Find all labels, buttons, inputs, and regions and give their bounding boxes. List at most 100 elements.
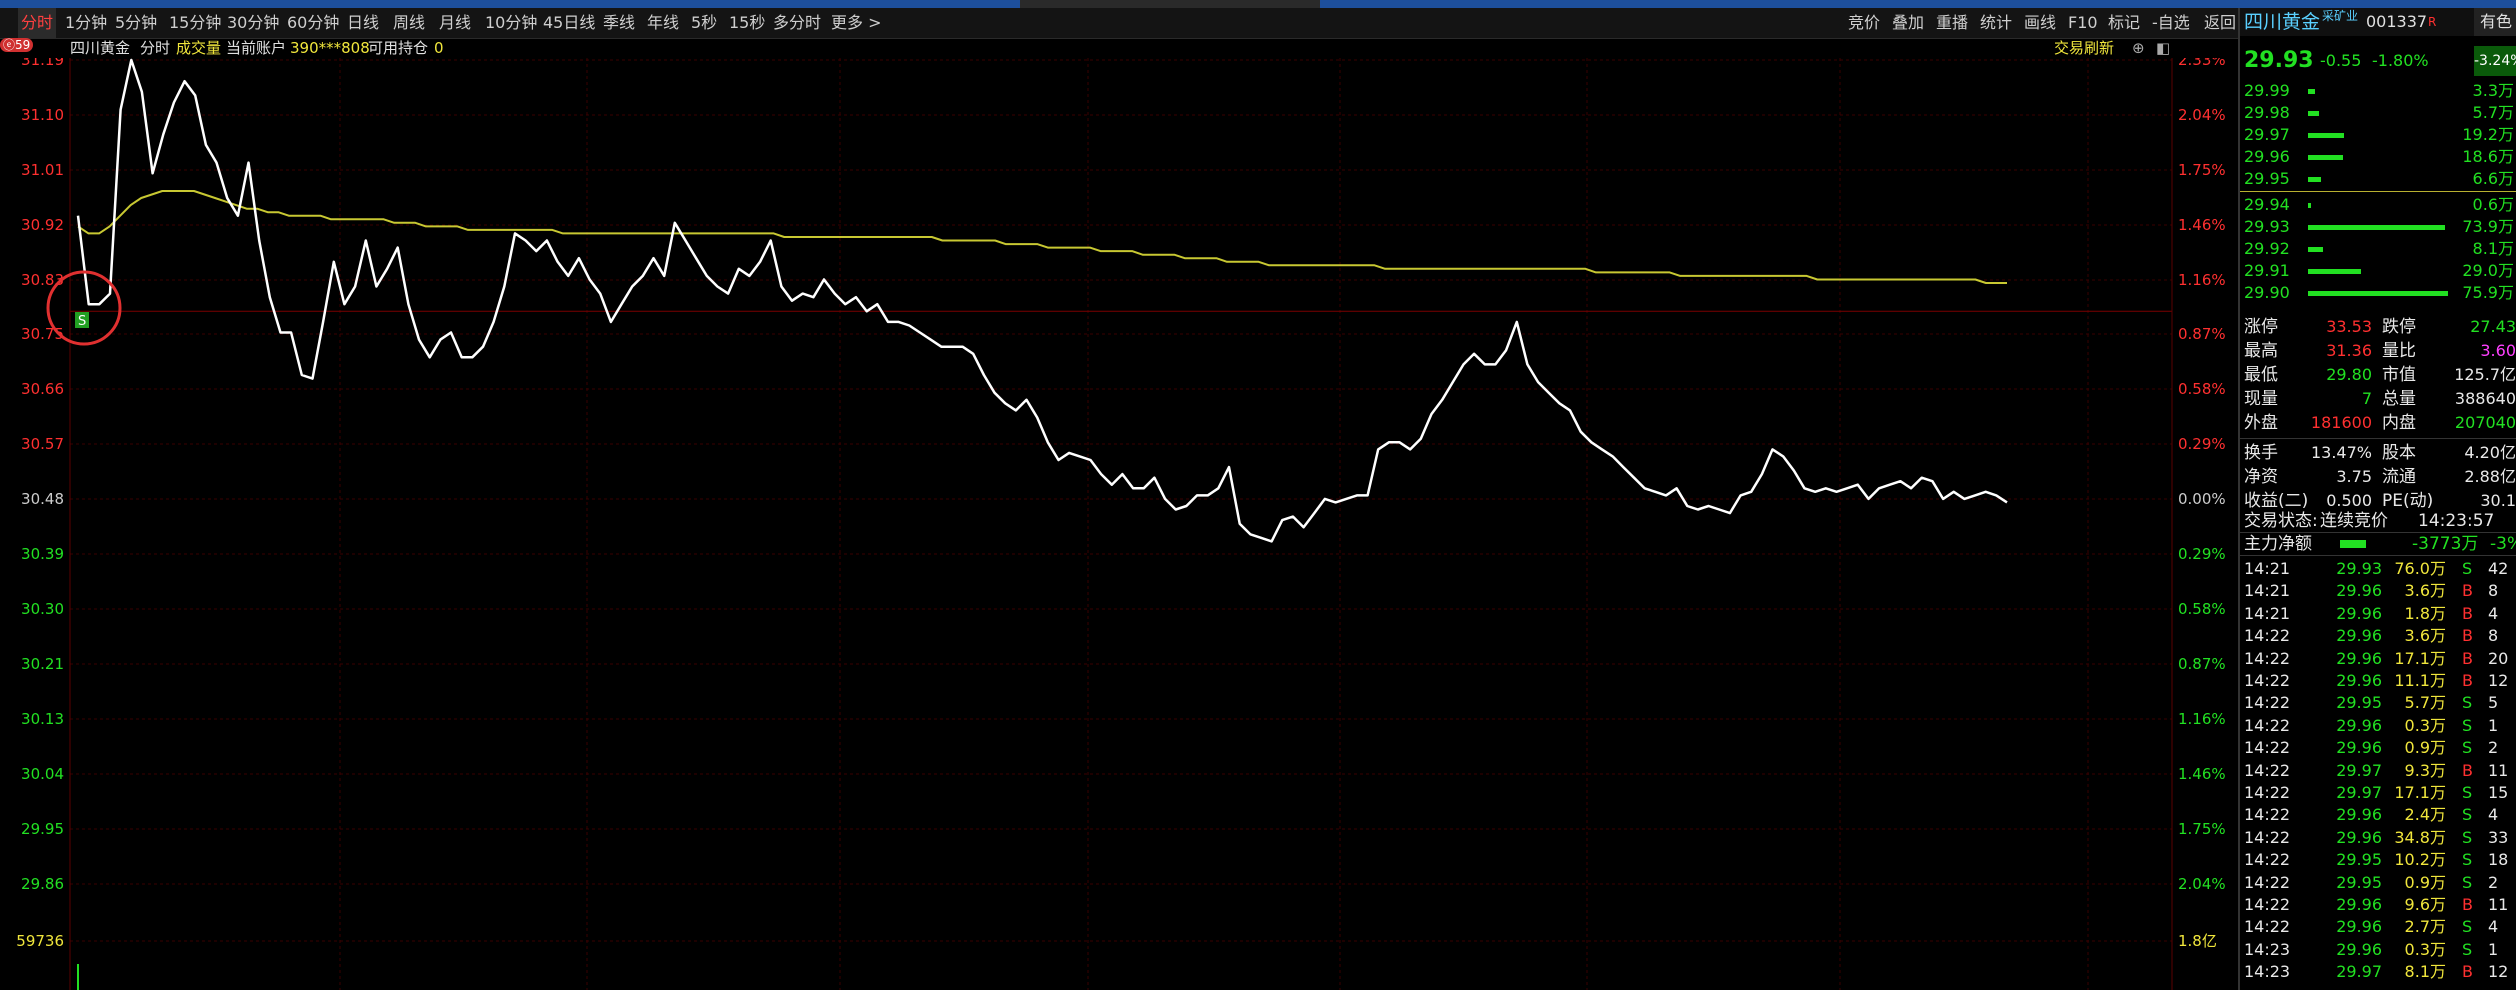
toolbar-item-6[interactable]: 日线 bbox=[344, 8, 382, 38]
volume-left-label: 59736 bbox=[16, 932, 64, 950]
tick-volume: 34.8万 bbox=[2394, 827, 2446, 847]
book-volume: 0.6万 bbox=[2472, 195, 2514, 214]
toolbar-item-5[interactable]: 60分钟 bbox=[284, 8, 342, 38]
toolbar-right-item-0[interactable]: 竞价 bbox=[1848, 8, 1880, 38]
toolbar-item-2[interactable]: 5分钟 bbox=[112, 8, 160, 38]
main-flow-pct: -3% bbox=[2490, 534, 2516, 554]
toolbar-item-15[interactable]: 多分时 bbox=[770, 8, 824, 38]
tick-count: 11 bbox=[2488, 760, 2509, 780]
tick-side: S bbox=[2462, 850, 2473, 870]
book-row-asks[interactable]: 29.98 5.7万 bbox=[2240, 102, 2516, 124]
stat-label: 市值 bbox=[2382, 365, 2416, 385]
toolbar-item-14[interactable]: 15秒 bbox=[726, 8, 768, 38]
y-pct-tick: 1.46% bbox=[2178, 216, 2226, 234]
book-row-asks[interactable]: 29.96 18.6万 bbox=[2240, 146, 2516, 168]
tick-row[interactable]: 14:22 29.95 10.2万 S 18 bbox=[2240, 849, 2516, 871]
tick-count: 12 bbox=[2488, 962, 2509, 982]
stat-value: 125.7亿 bbox=[2454, 365, 2516, 384]
window-tab[interactable] bbox=[1020, 0, 1320, 8]
tick-row[interactable]: 14:22 29.95 5.7万 S 5 bbox=[2240, 692, 2516, 714]
tick-row[interactable]: 14:21 29.96 3.6万 B 8 bbox=[2240, 580, 2516, 602]
stat-value: 3.60 bbox=[2480, 341, 2516, 360]
tick-row[interactable]: 14:23 29.97 8.1万 B 12 bbox=[2240, 961, 2516, 983]
toolbar-item-0[interactable]: 分时 bbox=[18, 8, 57, 38]
y-pct-tick: 0.29% bbox=[2178, 435, 2226, 453]
toolbar-item-11[interactable]: 季线 bbox=[600, 8, 638, 38]
toolbar-item-4[interactable]: 30分钟 bbox=[224, 8, 282, 38]
tick-count: 1 bbox=[2488, 715, 2499, 735]
intraday-chart[interactable]: 31.19 31.10 31.01 30.92 30.83 30.75 30.66 30.57… bbox=[0, 58, 2236, 990]
toolbar-item-13[interactable]: 5秒 bbox=[688, 8, 720, 38]
trade-refresh-button[interactable]: 交易刷新 bbox=[2054, 38, 2114, 58]
book-row-bids[interactable]: 29.90 75.9万 bbox=[2240, 282, 2516, 304]
tick-side: B bbox=[2462, 648, 2473, 668]
panel-header: 四川黄金 采矿业 001337 R 有色 bbox=[2240, 8, 2516, 36]
y-price-tick: 30.30 bbox=[21, 600, 64, 618]
tick-row[interactable]: 14:21 29.96 1.8万 B 4 bbox=[2240, 603, 2516, 625]
toolbar-item-9[interactable]: 10分钟 bbox=[482, 8, 540, 38]
stat-label: 最高 bbox=[2244, 341, 2278, 361]
tick-price: 29.97 bbox=[2336, 760, 2382, 780]
tick-row[interactable]: 14:22 29.96 34.8万 S 33 bbox=[2240, 827, 2516, 849]
book-row-asks[interactable]: 29.99 3.3万 bbox=[2240, 80, 2516, 102]
tick-row[interactable]: 14:22 29.96 3.6万 B 8 bbox=[2240, 625, 2516, 647]
toolbar-item-8[interactable]: 月线 bbox=[436, 8, 474, 38]
y-pct-tick: 0.58% bbox=[2178, 600, 2226, 618]
stats-table: 涨停 33.53 跌停 27.43 最高 31.36 量比 3.60 最低 29.80 市值 125.… bbox=[2240, 316, 2516, 511]
sector-tab[interactable]: 有色 bbox=[2474, 8, 2516, 36]
tick-row[interactable]: 14:22 29.96 17.1万 B 20 bbox=[2240, 648, 2516, 670]
tick-row[interactable]: 14:22 29.96 2.4万 S 4 bbox=[2240, 804, 2516, 826]
tick-row[interactable]: 14:22 29.96 0.3万 S 1 bbox=[2240, 715, 2516, 737]
tick-count: 20 bbox=[2488, 648, 2509, 668]
toolbar-item-7[interactable]: 周线 bbox=[390, 8, 428, 38]
tick-row[interactable]: 14:23 29.96 0.3万 S 1 bbox=[2240, 939, 2516, 961]
industry-tag[interactable]: 采矿业 bbox=[2322, 8, 2358, 30]
mode-label[interactable]: 分时 bbox=[140, 38, 170, 58]
toolbar-right-item-1[interactable]: 叠加 bbox=[1892, 8, 1924, 38]
toolbar-right-item-8[interactable]: 返回 bbox=[2204, 8, 2236, 38]
toolbar-item-1[interactable]: 1分钟 bbox=[62, 8, 110, 38]
toolbar-right-item-2[interactable]: 重播 bbox=[1936, 8, 1968, 38]
tick-row[interactable]: 14:22 29.96 0.9万 S 2 bbox=[2240, 737, 2516, 759]
tick-row[interactable]: 14:22 29.97 17.1万 S 15 bbox=[2240, 782, 2516, 804]
tick-time: 14:22 bbox=[2244, 850, 2291, 870]
intraday-chart-svg[interactable]: 31.1931.1031.0130.9230.8330.7530.6630.57… bbox=[0, 58, 2236, 990]
tick-list[interactable]: 14:21 29.93 76.0万 S 42 14:21 29.96 3.6万 B 8 14:21 2… bbox=[2240, 558, 2516, 990]
toolbar-right-item-6[interactable]: 标记 bbox=[2108, 8, 2140, 38]
toolbar-right-item-3[interactable]: 统计 bbox=[1980, 8, 2012, 38]
tick-volume: 5.7万 bbox=[2404, 693, 2446, 713]
stat-label: 最低 bbox=[2244, 365, 2278, 385]
tick-row[interactable]: 14:21 29.93 76.0万 S 42 bbox=[2240, 558, 2516, 580]
sell-marker-circle[interactable] bbox=[46, 270, 122, 346]
indicator-label[interactable]: 成交量 bbox=[176, 38, 221, 58]
tick-row[interactable]: 14:22 29.96 2.7万 S 4 bbox=[2240, 916, 2516, 938]
book-row-bids[interactable]: 29.93 73.9万 bbox=[2240, 216, 2516, 238]
book-volume-bar bbox=[2308, 155, 2343, 160]
trade-status-time: 14:23:57 bbox=[2418, 511, 2495, 531]
book-volume-bar bbox=[2308, 203, 2311, 208]
tick-row[interactable]: 14:22 29.96 9.6万 B 11 bbox=[2240, 894, 2516, 916]
tick-row[interactable]: 14:22 29.96 11.1万 B 12 bbox=[2240, 670, 2516, 692]
book-row-asks[interactable]: 29.95 6.6万 bbox=[2240, 168, 2516, 190]
tick-price: 29.96 bbox=[2336, 648, 2382, 668]
toolbar-item-3[interactable]: 15分钟 bbox=[166, 8, 224, 38]
toolbar-item-10[interactable]: 45日线 bbox=[540, 8, 598, 38]
stat-value: 4.20亿 bbox=[2464, 443, 2516, 462]
toolbar-right-item-7[interactable]: -自选 bbox=[2152, 8, 2190, 38]
layout-icon[interactable]: ◧ bbox=[2156, 38, 2170, 58]
book-row-bids[interactable]: 29.91 29.0万 bbox=[2240, 260, 2516, 282]
tick-volume: 1.8万 bbox=[2404, 603, 2446, 623]
add-icon[interactable]: ⊕ bbox=[2132, 38, 2145, 58]
book-row-bids[interactable]: 29.92 8.1万 bbox=[2240, 238, 2516, 260]
tick-row[interactable]: 14:22 29.95 0.9万 S 2 bbox=[2240, 872, 2516, 894]
tick-row[interactable]: 14:22 29.97 9.3万 B 11 bbox=[2240, 760, 2516, 782]
toolbar-item-16[interactable]: 更多 > bbox=[828, 8, 885, 38]
book-row-asks[interactable]: 29.97 19.2万 bbox=[2240, 124, 2516, 146]
toolbar-right-item-4[interactable]: 画线 bbox=[2024, 8, 2056, 38]
toolbar-right-item-5[interactable]: F10 bbox=[2068, 8, 2098, 38]
stat-value: 29.80 bbox=[2326, 365, 2372, 384]
book-row-bids[interactable]: 29.94 0.6万 bbox=[2240, 194, 2516, 216]
toolbar-item-12[interactable]: 年线 bbox=[644, 8, 682, 38]
tick-count: 2 bbox=[2488, 738, 2499, 758]
panel-stock-name[interactable]: 四川黄金 bbox=[2244, 8, 2320, 36]
